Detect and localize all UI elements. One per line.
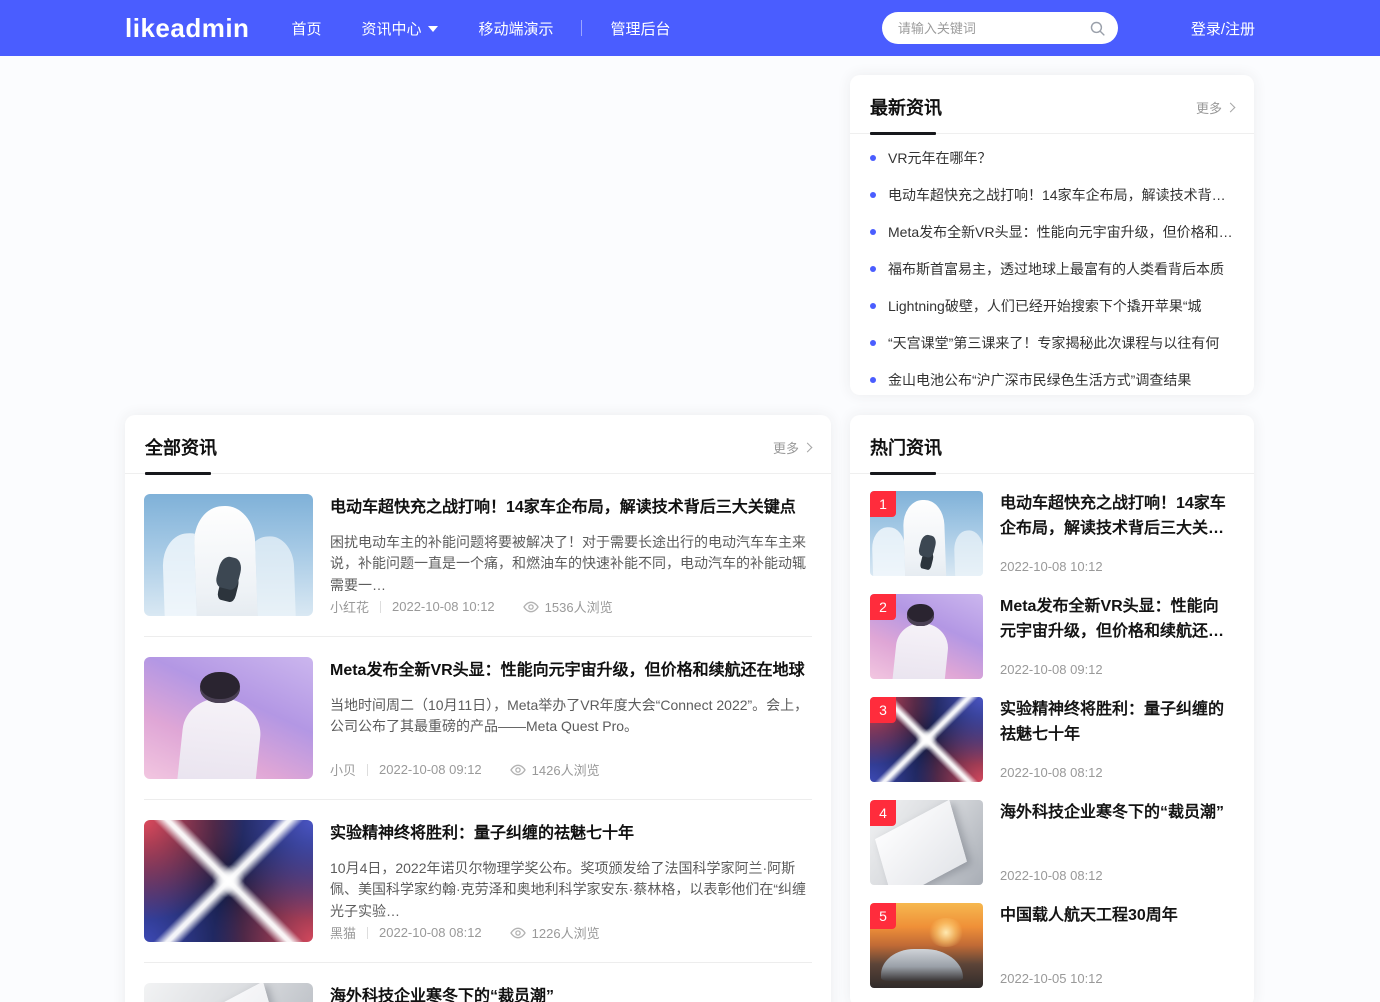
login-register-link[interactable]: 登录/注册 (1191, 18, 1255, 39)
article-views: 1226人浏览 (532, 923, 600, 942)
meta-divider (380, 601, 381, 613)
hot-news-item[interactable]: 2 Meta发布全新VR头显：性能向元宇宙升级，但价格和续航还在地球 2022-… (850, 585, 1254, 688)
hot-title[interactable]: 海外科技企业寒冬下的“裁员潮” (1000, 800, 1234, 825)
chevron-right-icon (803, 443, 813, 453)
article-author: 小红花 (330, 597, 369, 616)
hot-news-item[interactable]: 1 电动车超快充之战打响！14家车企布局，解读技术背后三大关键点 2022-10… (850, 482, 1254, 585)
latest-news-title: 最新资讯 (870, 94, 942, 120)
bullet-dot (870, 377, 876, 383)
article-thumbnail[interactable] (144, 983, 313, 1002)
hot-thumbnail[interactable]: 1 (870, 491, 983, 576)
latest-news-item[interactable]: Lightning破壁，人们已经开始搜索下个撬开苹果“城 (870, 287, 1234, 324)
chevron-right-icon (1226, 103, 1236, 113)
eye-icon (510, 925, 526, 941)
hot-date: 2022-10-08 09:12 (1000, 662, 1234, 679)
bullet-dot (870, 229, 876, 235)
hot-date: 2022-10-08 08:12 (1000, 765, 1234, 782)
hot-title[interactable]: 实验精神终将胜利：量子纠缠的祛魅七十年 (1000, 697, 1234, 748)
hot-thumbnail[interactable]: 2 (870, 594, 983, 679)
hot-news-item[interactable]: 5 中国载人航天工程30周年 2022-10-05 10:12 (850, 894, 1254, 997)
rank-badge: 3 (870, 697, 896, 723)
article-thumbnail[interactable] (144, 820, 313, 942)
article-title[interactable]: 电动车超快充之战打响！14家车企布局，解读技术背后三大关键点 (330, 498, 812, 519)
dropdown-caret-icon (428, 26, 438, 32)
eye-icon (523, 599, 539, 615)
nav-divider (581, 20, 582, 36)
hot-title[interactable]: 中国载人航天工程30周年 (1000, 903, 1234, 928)
top-navbar: likeadmin 首页 资讯中心 移动端演示 管理后台 登录/注册 (0, 0, 1380, 56)
article-row[interactable]: 电动车超快充之战打响！14家车企布局，解读技术背后三大关键点 困扰电动车主的补能… (144, 474, 812, 637)
latest-news-item[interactable]: 电动车超快充之战打响！14家车企布局，解读技术背后三… (870, 176, 1234, 213)
rank-badge: 5 (870, 903, 896, 929)
latest-news-item[interactable]: Meta发布全新VR头显：性能向元宇宙升级，但价格和续…还 (870, 213, 1234, 250)
meta-divider (367, 927, 368, 939)
meta-divider (367, 764, 368, 776)
article-views: 1426人浏览 (532, 760, 600, 779)
title-underline (870, 132, 936, 135)
hot-title[interactable]: Meta发布全新VR头显：性能向元宇宙升级，但价格和续航还在地球 (1000, 594, 1234, 645)
article-excerpt: 困扰电动车主的补能问题将要被解决了！对于需要长途出行的电动汽车车主来说，补能问题… (330, 532, 812, 597)
article-row[interactable]: 海外科技企业寒冬下的“裁员潮” (144, 963, 812, 1002)
article-date: 2022-10-08 09:12 (379, 762, 482, 777)
hot-date: 2022-10-08 10:12 (1000, 559, 1234, 576)
article-views: 1536人浏览 (545, 597, 613, 616)
latest-news-item[interactable]: 福布斯首富易主，透过地球上最富有的人类看背后本质 (870, 250, 1234, 287)
hot-news-item[interactable]: 4 海外科技企业寒冬下的“裁员潮” 2022-10-08 08:12 (850, 791, 1254, 894)
article-meta: 小红花 2022-10-08 10:12 1536人浏览 (330, 597, 812, 616)
article-title[interactable]: Meta发布全新VR头显：性能向元宇宙升级，但价格和续航还在地球 (330, 661, 812, 682)
bullet-dot (870, 192, 876, 198)
hot-date: 2022-10-08 08:12 (1000, 868, 1234, 885)
search-box[interactable] (882, 12, 1118, 44)
bullet-dot (870, 155, 876, 161)
latest-news-item[interactable]: “天宫课堂”第三课来了！专家揭秘此次课程与以往有何 (870, 324, 1234, 361)
rank-badge: 1 (870, 491, 896, 517)
search-input[interactable] (898, 21, 1089, 36)
hot-news-title: 热门资讯 (870, 434, 942, 460)
nav-item-home[interactable]: 首页 (291, 18, 321, 39)
article-meta: 黑猫 2022-10-08 08:12 1226人浏览 (330, 923, 812, 942)
rank-badge: 2 (870, 594, 896, 620)
site-logo[interactable]: likeadmin (125, 13, 249, 44)
hot-title[interactable]: 电动车超快充之战打响！14家车企布局，解读技术背后三大关键点 (1000, 491, 1234, 542)
nav-item-admin[interactable]: 管理后台 (610, 18, 670, 39)
bullet-dot (870, 340, 876, 346)
article-thumbnail[interactable] (144, 657, 313, 779)
bullet-dot (870, 303, 876, 309)
title-underline (870, 472, 936, 475)
search-icon[interactable] (1089, 20, 1106, 37)
rank-badge: 4 (870, 800, 896, 826)
hot-news-panel: 热门资讯 1 电动车超快充之战打响！14家车企布局，解读技术背后三大关键点 20… (850, 415, 1254, 1002)
article-meta: 小贝 2022-10-08 09:12 1426人浏览 (330, 760, 812, 779)
latest-news-item[interactable]: VR元年在哪年？ (870, 139, 1234, 176)
article-date: 2022-10-08 08:12 (379, 925, 482, 940)
article-author: 小贝 (330, 760, 356, 779)
latest-news-more-link[interactable]: 更多 (1196, 98, 1234, 117)
nav-item-mobile-demo[interactable]: 移动端演示 (478, 18, 553, 39)
article-title[interactable]: 海外科技企业寒冬下的“裁员潮” (330, 987, 812, 1002)
all-news-title: 全部资讯 (145, 434, 217, 460)
hot-news-item[interactable]: 3 实验精神终将胜利：量子纠缠的祛魅七十年 2022-10-08 08:12 (850, 688, 1254, 791)
article-thumbnail[interactable] (144, 494, 313, 616)
eye-icon (510, 762, 526, 778)
hot-thumbnail[interactable]: 3 (870, 697, 983, 782)
article-excerpt: 当地时间周二（10月11日），Meta举办了VR年度大会“Connect 202… (330, 695, 812, 738)
latest-news-item[interactable]: 金山电池公布“沪广深市民绿色生活方式”调查结果 (870, 361, 1234, 395)
article-date: 2022-10-08 10:12 (392, 599, 495, 614)
article-author: 黑猫 (330, 923, 356, 942)
all-news-more-link[interactable]: 更多 (773, 438, 811, 457)
article-excerpt: 10月4日，2022年诺贝尔物理学奖公布。奖项颁发给了法国科学家阿兰·阿斯佩、美… (330, 858, 812, 923)
main-nav: 首页 资讯中心 移动端演示 管理后台 (291, 18, 670, 39)
article-row[interactable]: Meta发布全新VR头显：性能向元宇宙升级，但价格和续航还在地球 当地时间周二（… (144, 637, 812, 800)
bullet-dot (870, 266, 876, 272)
nav-item-news-center[interactable]: 资讯中心 (361, 18, 438, 39)
article-title[interactable]: 实验精神终将胜利：量子纠缠的祛魅七十年 (330, 824, 812, 845)
article-row[interactable]: 实验精神终将胜利：量子纠缠的祛魅七十年 10月4日，2022年诺贝尔物理学奖公布… (144, 800, 812, 963)
hot-thumbnail[interactable]: 4 (870, 800, 983, 885)
hot-date: 2022-10-05 10:12 (1000, 971, 1234, 988)
latest-news-panel: 最新资讯 更多 VR元年在哪年？ 电动车超快充之战打响！14家车企布局，解读技术… (850, 75, 1254, 395)
all-news-panel: 全部资讯 更多 电动车超快充之战打响！14家车企布局，解读技术背后三大关键点 困… (125, 415, 831, 1002)
title-underline (145, 472, 211, 475)
hot-thumbnail[interactable]: 5 (870, 903, 983, 988)
